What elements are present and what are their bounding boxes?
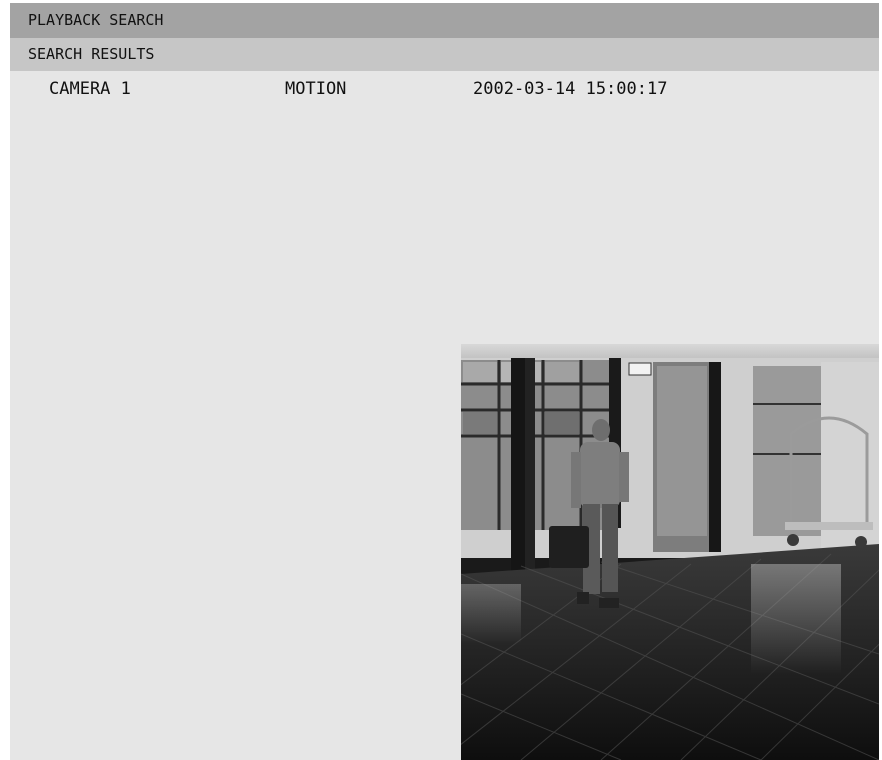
result-timestamp: 2002-03-14 15:00:17	[473, 79, 668, 99]
search-result-row[interactable]: CAMERA 1 MOTION 2002-03-14 15:00:17	[10, 79, 879, 101]
screen-title-bar: PLAYBACK SEARCH	[10, 3, 879, 38]
results-heading: SEARCH RESULTS	[28, 45, 155, 63]
result-event-type: MOTION	[285, 79, 347, 99]
results-heading-bar: SEARCH RESULTS	[10, 38, 879, 71]
result-camera: CAMERA 1	[49, 79, 131, 99]
camera-preview-image	[461, 344, 879, 760]
screen-title: PLAYBACK SEARCH	[28, 11, 164, 29]
exit-sign-icon	[628, 362, 652, 376]
playback-search-screen: PLAYBACK SEARCH SEARCH RESULTS CAMERA 1 …	[10, 3, 879, 760]
